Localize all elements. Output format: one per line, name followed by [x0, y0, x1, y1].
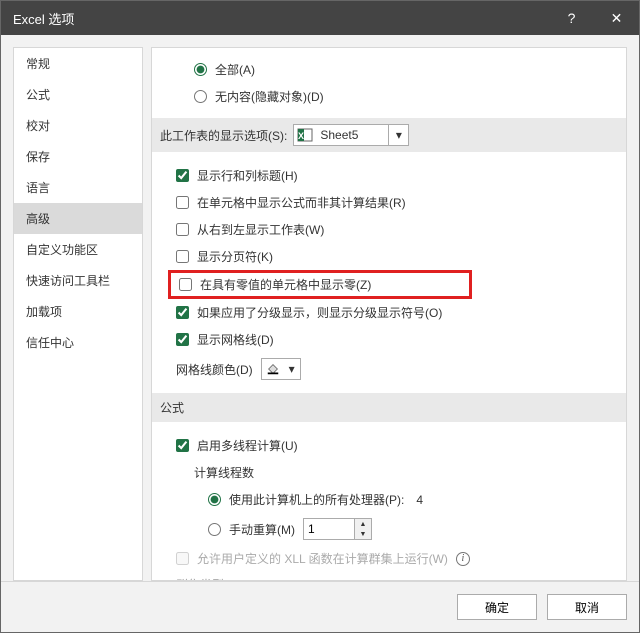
sheet-select-value: Sheet5 — [316, 128, 388, 142]
chevron-down-icon: ▾ — [388, 125, 408, 145]
row-cluster-type: 群集类型(C): 选项... — [166, 572, 612, 581]
row-formulas: 在单元格中显示公式而非其计算结果(R) — [166, 189, 612, 216]
chk-multithread[interactable] — [176, 439, 189, 452]
spinner-down[interactable]: ▼ — [355, 529, 371, 539]
row-gridcolor: 网格线颜色(D) ▾ — [166, 353, 612, 385]
excel-sheet-icon: X — [294, 125, 316, 145]
cpu-count: 4 — [416, 493, 423, 507]
objects-all-label: 全部(A) — [215, 61, 255, 78]
window-title: Excel 选项 — [13, 9, 549, 28]
manual-thread-input[interactable] — [304, 519, 354, 539]
lbl-multithread: 启用多线程计算(U) — [197, 437, 298, 454]
titlebar: Excel 选项 ? ✕ — [1, 1, 639, 35]
lbl-rowcol-headers: 显示行和列标题(H) — [197, 167, 298, 184]
sheet-display-label: 此工作表的显示选项(S): — [160, 127, 287, 144]
gridcolor-picker[interactable]: ▾ — [261, 358, 301, 380]
objects-none-row: 无内容(隐藏对象)(D) — [166, 83, 612, 110]
cancel-button[interactable]: 取消 — [547, 594, 627, 620]
row-threads-label: 计算线程数 — [166, 459, 612, 486]
lbl-xll-cluster: 允许用户定义的 XLL 函数在计算群集上运行(W) — [197, 550, 448, 567]
main-area: 常规 公式 校对 保存 语言 高级 自定义功能区 快速访问工具栏 加载项 信任中… — [1, 35, 639, 581]
close-button[interactable]: ✕ — [594, 1, 639, 35]
objects-all-row: 全部(A) — [166, 56, 612, 83]
sidebar-item-proofing[interactable]: 校对 — [14, 110, 142, 141]
lbl-gridlines: 显示网格线(D) — [197, 331, 274, 348]
sidebar-item-save[interactable]: 保存 — [14, 141, 142, 172]
svg-text:X: X — [298, 131, 304, 141]
sidebar-item-customize-ribbon[interactable]: 自定义功能区 — [14, 234, 142, 265]
info-icon[interactable]: i — [456, 552, 470, 566]
chk-rtl[interactable] — [176, 223, 189, 236]
row-multithread: 启用多线程计算(U) — [166, 432, 612, 459]
sidebar-item-trust[interactable]: 信任中心 — [14, 327, 142, 358]
sidebar-item-advanced[interactable]: 高级 — [14, 203, 142, 234]
row-manual: 手动重算(M) ▲ ▼ — [166, 513, 612, 545]
objects-none-radio[interactable] — [194, 90, 207, 103]
chk-gridlines[interactable] — [176, 333, 189, 346]
lbl-show-formulas: 在单元格中显示公式而非其计算结果(R) — [197, 194, 406, 211]
objects-all-radio[interactable] — [194, 63, 207, 76]
lbl-cluster-type: 群集类型(C): — [176, 576, 226, 581]
chk-show-zeros[interactable] — [179, 278, 192, 291]
chk-outline-symbols[interactable] — [176, 306, 189, 319]
row-use-all: 使用此计算机上的所有处理器(P): 4 — [166, 486, 612, 513]
chevron-down-icon: ▾ — [284, 359, 300, 379]
content-panel: 全部(A) 无内容(隐藏对象)(D) 此工作表的显示选项(S): X Sheet… — [151, 47, 627, 581]
cluster-type-combo — [232, 580, 512, 582]
lbl-rtl: 从右到左显示工作表(W) — [197, 221, 324, 238]
row-outline: 如果应用了分级显示，则显示分级显示符号(O) — [166, 299, 612, 326]
help-button[interactable]: ? — [549, 1, 594, 35]
chk-rowcol-headers[interactable] — [176, 169, 189, 182]
ok-button[interactable]: 确定 — [457, 594, 537, 620]
lbl-show-zeros: 在具有零值的单元格中显示零(Z) — [200, 276, 371, 293]
lbl-use-all-cpus: 使用此计算机上的所有处理器(P): — [229, 491, 404, 508]
radio-use-all-cpus[interactable] — [208, 493, 221, 506]
sidebar-item-addins[interactable]: 加载项 — [14, 296, 142, 327]
sidebar: 常规 公式 校对 保存 语言 高级 自定义功能区 快速访问工具栏 加载项 信任中… — [13, 47, 143, 581]
spinner-buttons: ▲ ▼ — [354, 519, 371, 539]
row-pagebreaks: 显示分页符(K) — [166, 243, 612, 270]
row-xll: 允许用户定义的 XLL 函数在计算群集上运行(W) i — [166, 545, 612, 572]
manual-thread-spinner[interactable]: ▲ ▼ — [303, 518, 372, 540]
paint-bucket-icon — [262, 359, 284, 379]
row-rowcol: 显示行和列标题(H) — [166, 162, 612, 189]
row-rtl: 从右到左显示工作表(W) — [166, 216, 612, 243]
lbl-gridcolor: 网格线颜色(D) — [176, 361, 253, 378]
formula-header: 公式 — [152, 393, 626, 422]
spinner-up[interactable]: ▲ — [355, 519, 371, 529]
row-gridlines: 显示网格线(D) — [166, 326, 612, 353]
sidebar-item-formulas[interactable]: 公式 — [14, 79, 142, 110]
lbl-pagebreaks: 显示分页符(K) — [197, 248, 273, 265]
row-show-zeros: 在具有零值的单元格中显示零(Z) — [168, 270, 472, 299]
dialog-window: Excel 选项 ? ✕ 常规 公式 校对 保存 语言 高级 自定义功能区 快速… — [0, 0, 640, 633]
dialog-footer: 确定 取消 — [1, 581, 639, 632]
formula-header-label: 公式 — [160, 399, 184, 416]
cluster-options-button: 选项... — [518, 580, 578, 582]
sheet-display-header: 此工作表的显示选项(S): X Sheet5 ▾ — [152, 118, 626, 152]
chk-pagebreaks[interactable] — [176, 250, 189, 263]
sidebar-item-language[interactable]: 语言 — [14, 172, 142, 203]
lbl-threads: 计算线程数 — [194, 464, 254, 481]
sidebar-item-qat[interactable]: 快速访问工具栏 — [14, 265, 142, 296]
sheet-select[interactable]: X Sheet5 ▾ — [293, 124, 409, 146]
chk-show-formulas[interactable] — [176, 196, 189, 209]
lbl-manual-threads: 手动重算(M) — [229, 521, 295, 538]
lbl-outline-symbols: 如果应用了分级显示，则显示分级显示符号(O) — [197, 304, 442, 321]
radio-manual-threads[interactable] — [208, 523, 221, 536]
chk-xll-cluster — [176, 552, 189, 565]
sidebar-item-general[interactable]: 常规 — [14, 48, 142, 79]
objects-none-label: 无内容(隐藏对象)(D) — [215, 88, 324, 105]
